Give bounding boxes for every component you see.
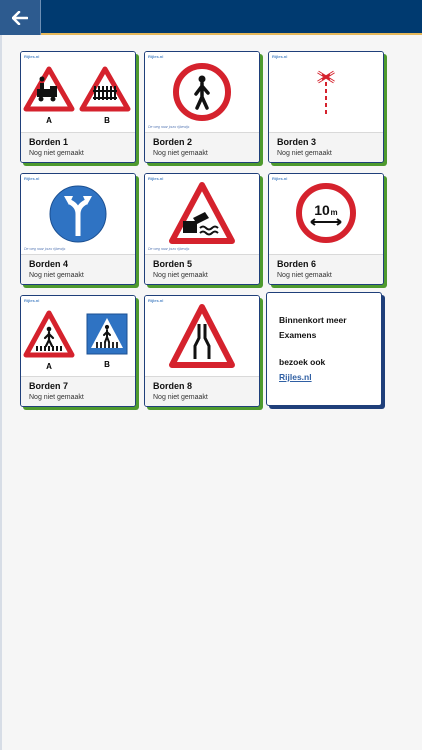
card-title: Borden 5 — [153, 259, 193, 269]
info-title: Binnenkort meer Examens — [279, 315, 347, 340]
card-title: Borden 3 — [277, 137, 317, 147]
rijles-link[interactable]: Rijles.nl — [279, 372, 312, 382]
card-image: Rijles.nl A B — [21, 296, 135, 377]
sign-label-b: B — [104, 360, 110, 369]
info-card: Binnenkort meer Examens bezoek ook Rijle… — [266, 292, 382, 406]
card-status: Nog niet gemaakt — [277, 150, 332, 157]
card-image: Rijles.nl De weg naar jouw rijbewijs — [145, 174, 259, 255]
card-title: Borden 7 — [29, 381, 69, 391]
card-status: Nog niet gemaakt — [29, 150, 84, 157]
st-andrews-cross-sign — [317, 70, 335, 114]
arrow-left-icon — [12, 10, 28, 25]
quay-warning-sign — [169, 182, 235, 244]
card-status: Nog niet gemaakt — [153, 272, 208, 279]
card-image: Rijles.nl — [145, 296, 259, 377]
max-length-sign: 10 m — [296, 183, 356, 243]
card-image: Rijles.nl — [269, 52, 383, 133]
tagline: De weg naar jouw rijbewijs — [24, 247, 66, 251]
card-image: Rijles.nl De weg naar jouw rijbewijs — [145, 52, 259, 133]
sign-label-b: B — [104, 116, 110, 125]
card-title: Borden 2 — [153, 137, 193, 147]
card-borden-5[interactable]: Rijles.nl De weg naar jouw rijbewijs Bor… — [144, 173, 260, 285]
card-borden-2[interactable]: Rijles.nl De weg naar jouw rijbewijs Bor… — [144, 51, 260, 163]
no-pedestrians-sign — [173, 63, 231, 121]
sign-value: 10 — [314, 202, 330, 218]
left-or-right-sign — [49, 185, 107, 243]
card-status: Nog niet gemaakt — [29, 272, 84, 279]
card-status: Nog niet gemaakt — [29, 394, 84, 401]
card-image: Rijles.nl 10 m — [269, 174, 383, 255]
card-borden-3[interactable]: Rijles.nl Borden 3 Nog niet gemaakt — [268, 51, 384, 163]
card-borden-4[interactable]: Rijles.nl De weg naar jouw rijbewijs Bor… — [20, 173, 136, 285]
card-status: Nog niet gemaakt — [277, 272, 332, 279]
info-subtitle: bezoek ook — [279, 357, 326, 367]
sign-unit: m — [330, 208, 337, 217]
card-status: Nog niet gemaakt — [153, 150, 208, 157]
card-borden-8[interactable]: Rijles.nl Borden 8 Nog niet gemaakt — [144, 295, 260, 407]
card-status: Nog niet gemaakt — [153, 394, 208, 401]
card-borden-7[interactable]: Rijles.nl A B Borden 7 Nog niet gemaakt — [20, 295, 136, 407]
road-narrows-sign — [169, 304, 235, 368]
sign-label-a: A — [46, 362, 52, 371]
card-image: Rijles.nl A B — [21, 52, 135, 133]
card-borden-6[interactable]: Rijles.nl 10 m Borden 6 Nog niet gemaakt — [268, 173, 384, 285]
tagline: De weg naar jouw rijbewijs — [148, 247, 190, 251]
top-bar — [0, 0, 422, 35]
card-title: Borden 1 — [29, 137, 69, 147]
left-edge — [0, 35, 2, 750]
tagline: De weg naar jouw rijbewijs — [148, 125, 190, 129]
card-title: Borden 8 — [153, 381, 193, 391]
pedestrian-crossing-signs: A B — [23, 310, 128, 371]
railway-crossing-signs: A B — [23, 66, 131, 125]
card-title: Borden 6 — [277, 259, 317, 269]
card-title: Borden 4 — [29, 259, 69, 269]
sign-label-a: A — [46, 116, 52, 125]
card-image: Rijles.nl De weg naar jouw rijbewijs — [21, 174, 135, 255]
back-button[interactable] — [0, 0, 41, 35]
card-borden-1[interactable]: Rijles.nl A B Borden 1 Nog niet gemaakt — [20, 51, 136, 163]
